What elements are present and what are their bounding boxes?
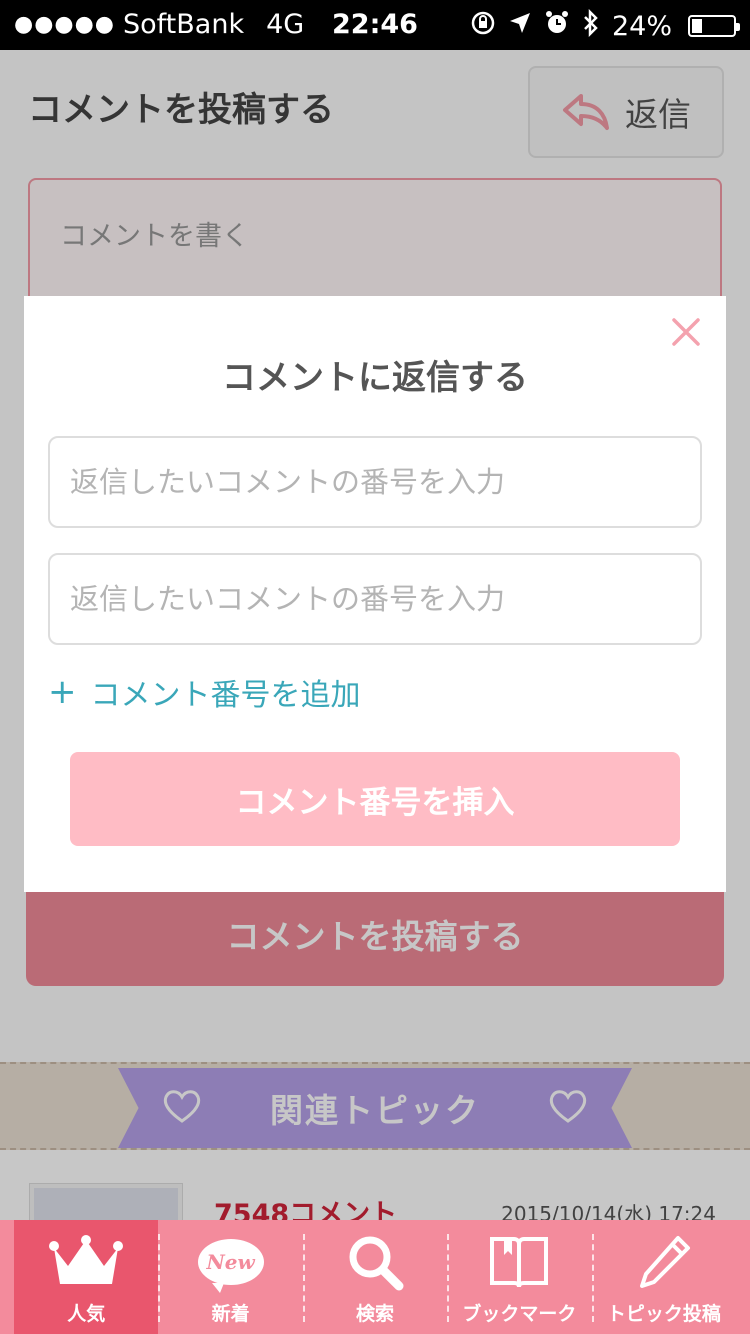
bluetooth-icon [582,8,600,43]
tab-post-topic-label: トピック投稿 [606,1303,721,1325]
alarm-icon [544,10,570,42]
close-button[interactable] [666,312,706,352]
insert-comment-number-button[interactable]: コメント番号を挿入 [70,752,680,846]
status-bar: ●●●●● SoftBank 4G 22:46 24% [0,0,750,50]
reply-number-input-1[interactable] [48,436,702,528]
crown-icon [49,1235,124,1284]
location-icon [508,11,532,41]
pencil-icon [639,1236,690,1288]
orientation-lock-icon [470,10,496,42]
battery-percent: 24% [611,10,672,42]
modal-title: コメントに返信する [222,358,528,398]
tab-bar: 人気 New 新着 検索 ブックマーク トピック投稿 [0,1220,750,1334]
reply-modal: コメントに返信する + コメント番号を追加 コメント番号を挿入 [24,296,726,892]
close-icon [672,318,700,346]
new-bubble-icon: New [197,1239,264,1293]
tab-new-label: 新着 [211,1303,250,1325]
reply-number-input-2[interactable] [48,553,702,645]
tab-popular[interactable]: 人気 [14,1220,159,1334]
tab-popular-label: 人気 [67,1303,106,1325]
tab-search-label: 検索 [356,1303,395,1325]
add-comment-number-label: コメント番号を追加 [90,678,361,713]
battery-icon [688,15,740,37]
add-comment-number-link[interactable]: + コメント番号を追加 [48,670,361,714]
search-icon [349,1236,404,1291]
tab-bookmark[interactable]: ブックマーク [447,1220,591,1334]
tab-bookmark-label: ブックマーク [462,1303,577,1325]
tab-post-topic[interactable]: トピック投稿 [591,1220,736,1334]
book-icon [490,1237,549,1288]
plus-icon: + [48,672,77,712]
battery-level [692,19,702,33]
tab-search[interactable]: 検索 [302,1220,447,1334]
tab-new[interactable]: New 新着 [158,1220,302,1334]
